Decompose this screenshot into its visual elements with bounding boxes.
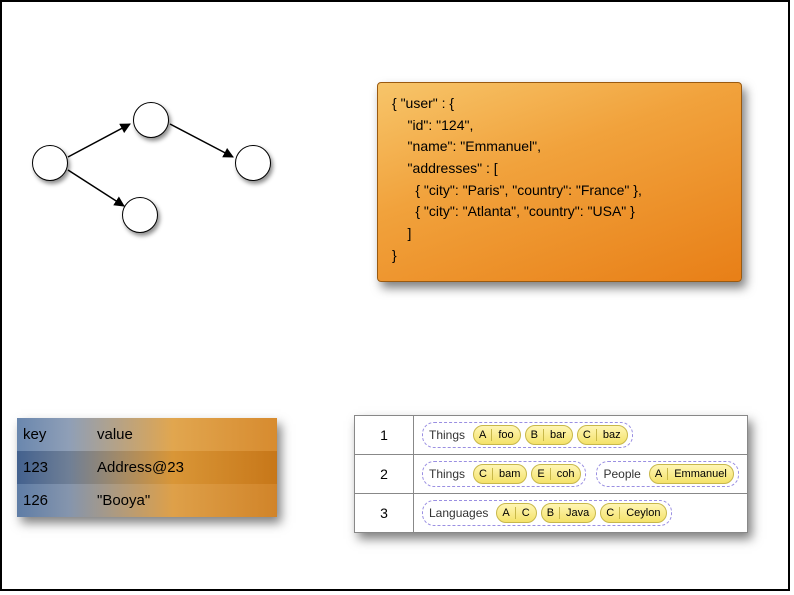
family-label: Languages [427,506,492,520]
kv-cell-key: 126 [17,492,93,509]
cell-key: A [650,468,668,480]
cf-row-cells: Languages AC BJava CCeylon [414,494,680,532]
cf-row: 2 Things Cbam Ecoh People AEmmanuel [355,454,747,493]
cf-rowkey: 3 [355,494,414,532]
graph-node [32,145,68,181]
cell-key: C [474,468,493,480]
cell-value: Emmanuel [668,468,733,480]
cf-row-cells: Things Afoo Bbar Cbaz [414,416,641,454]
key-value-table: key value 123 Address@23 126 "Booya" [17,418,277,517]
cell-pill: Afoo [473,425,521,445]
cell-pill: Ecoh [531,464,581,484]
cell-key: B [542,507,560,519]
cell-value: Ceylon [620,507,666,519]
cell-pill: BJava [541,503,597,523]
cf-row: 3 Languages AC BJava CCeylon [355,493,747,532]
column-family-table: 1 Things Afoo Bbar Cbaz 2 Things Cbam Ec… [354,415,748,533]
kv-header-key: key [17,426,93,443]
column-family-group: People AEmmanuel [596,461,738,487]
column-family-group: Things Cbam Ecoh [422,461,586,487]
cell-pill: AEmmanuel [649,464,734,484]
kv-cell-key: 123 [17,459,93,476]
cf-row-cells: Things Cbam Ecoh People AEmmanuel [414,455,747,493]
cell-key: C [578,429,597,441]
cell-key: E [532,468,550,480]
cell-value: foo [492,429,519,441]
cell-pill: Cbaz [577,425,628,445]
cell-pill: Cbam [473,464,527,484]
json-document-box: { "user" : { "id": "124", "name": "Emman… [377,82,742,282]
kv-cell-value: "Booya" [93,492,277,509]
cell-key: C [601,507,620,519]
family-label: People [601,467,644,481]
cf-row: 1 Things Afoo Bbar Cbaz [355,416,747,454]
column-family-group: Languages AC BJava CCeylon [422,500,672,526]
cell-value: Java [560,507,595,519]
column-family-group: Things Afoo Bbar Cbaz [422,422,633,448]
graph-node [235,145,271,181]
cf-rowkey: 2 [355,455,414,493]
family-label: Things [427,467,469,481]
cell-value: bam [493,468,526,480]
cell-value: C [516,507,536,519]
cf-rowkey: 1 [355,416,414,454]
diagram-frame: { "user" : { "id": "124", "name": "Emman… [0,0,790,591]
kv-header-value: value [93,426,277,443]
cell-key: A [497,507,515,519]
cell-value: baz [597,429,627,441]
cell-pill: Bbar [525,425,573,445]
kv-header-row: key value [17,418,277,451]
kv-cell-value: Address@23 [93,459,277,476]
graph-node [133,102,169,138]
cell-value: coh [551,468,581,480]
family-label: Things [427,428,469,442]
cell-key: A [474,429,492,441]
kv-row: 123 Address@23 [17,451,277,484]
cell-key: B [526,429,544,441]
cell-value: bar [544,429,572,441]
cell-pill: AC [496,503,536,523]
graph-diagram [22,102,282,242]
graph-node [122,197,158,233]
kv-row: 126 "Booya" [17,484,277,517]
cell-pill: CCeylon [600,503,667,523]
